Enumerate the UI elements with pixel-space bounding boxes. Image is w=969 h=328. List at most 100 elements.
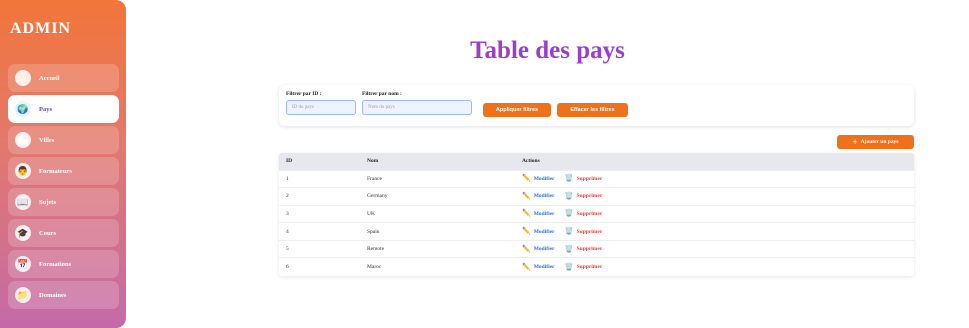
cell-id: 6 (286, 264, 289, 271)
edit-button[interactable]: ✏️ Modifier (522, 244, 555, 253)
sidebar-item-label: Sujets (39, 198, 56, 206)
book-icon: 📖 (15, 194, 31, 210)
delete-label: Supprimer (576, 210, 603, 217)
sidebar-item-label: Cours (39, 229, 56, 237)
cell-name: Remote (367, 246, 385, 253)
cell-actions: ✏️ Modifier 🗑️ Supprimer (522, 170, 914, 188)
edit-button[interactable]: ✏️ Modifier (522, 191, 555, 200)
globe-icon: 🌍 (15, 101, 31, 117)
edit-button[interactable]: ✏️ Modifier (522, 228, 555, 235)
graduation-cap-icon: 🎓 (15, 225, 31, 241)
cell-id: 2 (286, 193, 289, 200)
cell-name: Maroc (367, 264, 382, 271)
city-icon: 🏙 (15, 132, 31, 148)
cell-name: Germany (367, 193, 388, 200)
sidebar-item-sujets[interactable]: 📖 Sujets (8, 188, 119, 216)
sidebar-item-domaines[interactable]: 📁 Domaines (8, 281, 119, 309)
page-title: Table des pays (470, 37, 625, 64)
calendar-icon: 📅 (15, 256, 31, 272)
cell-actions: ✏️ Modifier 🗑️ Supprimer (522, 258, 914, 276)
edit-label: Modifier (533, 193, 555, 200)
edit-label: Modifier (533, 228, 555, 235)
edit-label: Modifier (533, 246, 555, 253)
pencil-icon: ✏️ (522, 262, 531, 271)
cell-id: 3 (286, 210, 289, 217)
delete-button[interactable]: 🗑️ Supprimer (565, 228, 602, 235)
filter-name-input[interactable]: Nom du pays (362, 100, 472, 115)
delete-button[interactable]: 🗑️ Supprimer (565, 210, 602, 217)
trash-icon: 🗑️ (564, 209, 574, 218)
cell-actions: ✏️ Modifier 🗑️ Supprimer (522, 205, 914, 223)
trash-icon: 🗑️ (564, 262, 574, 271)
table-row: 5 Remote ✏️ Modifier 🗑️ Supprimer (279, 240, 914, 258)
sidebar-item-label: Formations (39, 260, 72, 268)
cell-actions: ✏️ Modifier 🗑️ Supprimer (522, 223, 914, 241)
cell-actions: ✏️ Modifier 🗑️ Supprimer (522, 188, 914, 206)
sidebar-item-cours[interactable]: 🎓 Cours (8, 219, 119, 247)
table-header-row: ID Nom Actions (279, 153, 914, 170)
sidebar-item-label: Domaines (39, 291, 67, 299)
sidebar-item-formations[interactable]: 📅 Formations (8, 250, 119, 278)
edit-button[interactable]: ✏️ Modifier (522, 175, 555, 182)
edit-button[interactable]: ✏️ Modifier (522, 262, 555, 271)
cell-id: 5 (286, 246, 289, 253)
filter-id-label: Filtrer par ID : (286, 91, 322, 97)
sidebar-item-villes[interactable]: 🏙 Villes (8, 126, 119, 154)
pencil-icon: ✏️ (522, 191, 531, 200)
trash-icon: 🗑️ (564, 174, 574, 183)
sidebar: ADMIN ⌂ Accueil 🌍 Pays 🏙 Villes 👨 Format… (0, 0, 126, 328)
trash-icon: 🗑️ (564, 227, 574, 236)
cell-actions: ✏️ Modifier 🗑️ Supprimer (522, 240, 914, 258)
delete-button[interactable]: 🗑️ Supprimer (564, 244, 603, 253)
column-header-id: ID (286, 158, 293, 165)
countries-table: ID Nom Actions 1 France ✏️ Modifier 🗑️ Sup… (279, 153, 914, 276)
cell-name: France (367, 175, 382, 182)
edit-label: Modifier (533, 175, 555, 182)
edit-button[interactable]: ✏️ Modifier (522, 210, 555, 217)
delete-button[interactable]: 🗑️ Supprimer (565, 175, 602, 182)
add-country-label: Ajouter un pays (860, 139, 899, 145)
sidebar-item-label: Villes (39, 136, 55, 144)
delete-label: Supprimer (576, 193, 603, 200)
delete-button[interactable]: 🗑️ Supprimer (564, 191, 603, 200)
apply-filters-button[interactable]: Appliquer filtres (483, 103, 551, 117)
delete-button[interactable]: 🗑️ Supprimer (564, 262, 602, 271)
edit-label: Modifier (533, 264, 555, 271)
sidebar-item-accueil[interactable]: ⌂ Accueil (8, 64, 119, 92)
filter-panel: Filtrer par ID : ID du pays Filtrer par … (279, 85, 914, 126)
edit-label: Modifier (533, 210, 555, 217)
pencil-icon: ✏️ (522, 227, 531, 236)
sidebar-item-formateurs[interactable]: 👨 Formateurs (8, 157, 119, 185)
cell-name: Spain (367, 228, 380, 235)
pencil-icon: ✏️ (522, 174, 531, 183)
cell-id: 1 (286, 175, 289, 182)
column-header-actions: Actions (522, 158, 540, 165)
pencil-icon: ✏️ (522, 244, 531, 253)
cell-name: UK (367, 210, 375, 217)
sidebar-item-label: Accueil (39, 74, 60, 82)
teacher-icon: 👨 (15, 163, 31, 179)
table-row: 4 Spain ✏️ Modifier 🗑️ Supprimer (279, 222, 914, 241)
delete-label: Supprimer (576, 175, 603, 182)
clear-filters-button[interactable]: Effacer les filtres (557, 103, 628, 117)
cell-id: 4 (286, 228, 289, 235)
table-row: 3 UK ✏️ Modifier 🗑️ Supprimer (279, 205, 914, 223)
filter-id-input[interactable]: ID du pays (286, 100, 356, 115)
pencil-icon: ✏️ (522, 209, 531, 218)
add-country-button[interactable]: + Ajouter un pays (837, 135, 914, 149)
folder-icon: 📁 (15, 287, 31, 303)
filter-name-group: Filtrer par nom : Nom du pays (362, 91, 472, 115)
sidebar-item-label: Formateurs (39, 167, 72, 175)
home-icon: ⌂ (15, 70, 31, 86)
table-row: 2 Germany ✏️ Modifier 🗑️ Supprimer (279, 187, 914, 206)
column-header-name: Nom (367, 158, 379, 165)
sidebar-item-label: Pays (39, 105, 52, 113)
plus-icon: + (852, 136, 858, 147)
delete-label: Supprimer (576, 228, 603, 235)
trash-icon: 🗑️ (564, 191, 574, 200)
trash-icon: 🗑️ (564, 244, 574, 253)
delete-label: Supprimer (576, 246, 603, 253)
table-row: 6 Maroc ✏️ Modifier 🗑️ Supprimer (279, 257, 914, 276)
sidebar-item-pays[interactable]: 🌍 Pays (8, 95, 119, 123)
filter-id-group: Filtrer par ID : ID du pays (286, 91, 356, 115)
